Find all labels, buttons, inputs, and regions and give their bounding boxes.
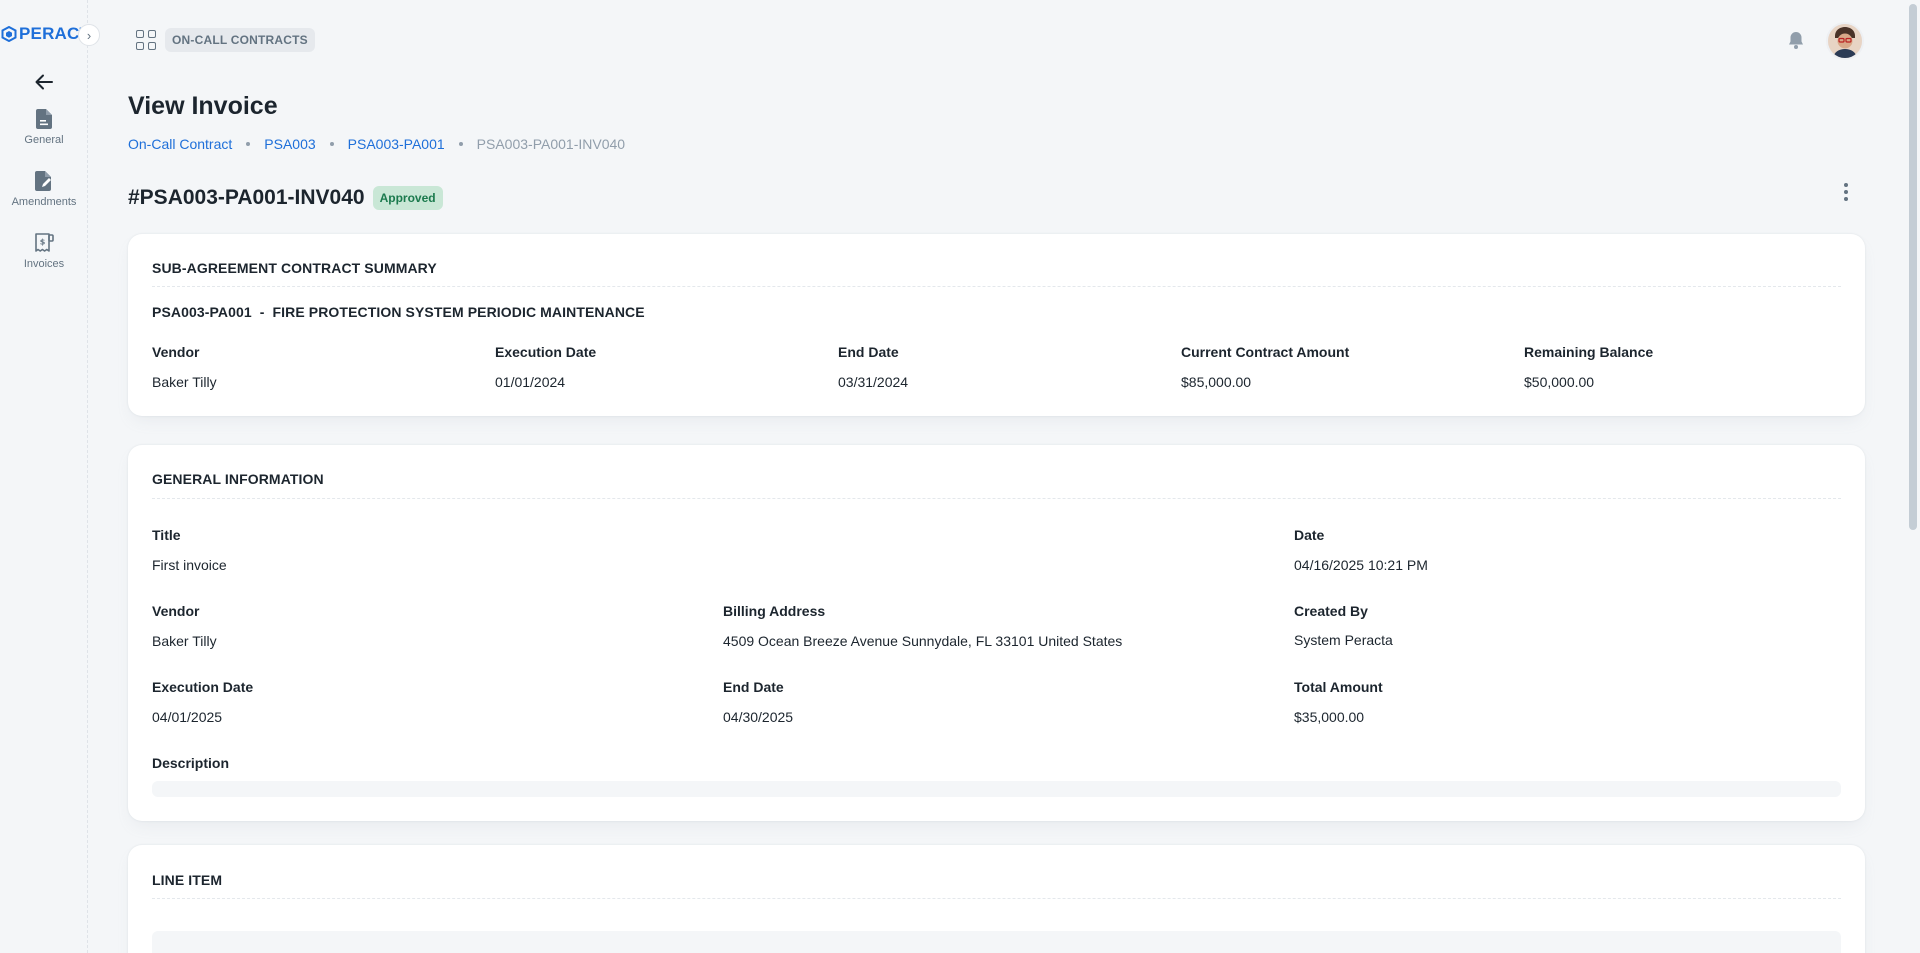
contract-summary-card: SUB-AGREEMENT CONTRACT SUMMARY PSA003-PA… [128, 234, 1865, 416]
field-value: 04/01/2025 [152, 709, 223, 725]
notifications-button[interactable] [1786, 30, 1806, 50]
line-item-table-header [152, 931, 1841, 953]
field-label: Current Contract Amount [1181, 344, 1350, 360]
sub-agreement-title: PSA003-PA001 - FIRE PROTECTION SYSTEM PE… [152, 304, 645, 320]
field-value: 03/31/2024 [838, 374, 909, 390]
back-button[interactable] [32, 70, 56, 94]
breadcrumb-link-psa003-pa001[interactable]: PSA003-PA001 [348, 136, 445, 152]
field-label: Vendor [152, 603, 200, 619]
svg-text:$: $ [40, 238, 46, 247]
document-edit-icon [35, 171, 51, 191]
divider [152, 286, 1841, 287]
arrow-left-icon [35, 74, 53, 90]
description-box [152, 781, 1841, 797]
breadcrumb-link-psa003[interactable]: PSA003 [264, 136, 315, 152]
card-title: LINE ITEM [152, 872, 223, 888]
field-label: End Date [838, 344, 899, 360]
breadcrumb-separator [246, 142, 251, 146]
invoice-header: #PSA003-PA001-INV040 Approved [128, 186, 443, 210]
divider [152, 498, 1841, 499]
field-label: Title [152, 527, 181, 543]
sidebar-item-general[interactable]: General [0, 108, 88, 146]
logo-icon [1, 26, 17, 42]
apps-grid-icon[interactable] [136, 30, 156, 50]
section-chip: ON-CALL CONTRACTS [165, 28, 315, 52]
field-value: $50,000.00 [1524, 374, 1595, 390]
sidebar-item-label: Invoices [23, 258, 65, 270]
more-vertical-icon [1844, 183, 1848, 187]
breadcrumb-link-on-call-contract[interactable]: On-Call Contract [128, 136, 232, 152]
bell-icon [1789, 32, 1803, 49]
field-value: 04/30/2025 [723, 709, 794, 725]
field-value: 01/01/2024 [495, 374, 566, 390]
field-value: System Peracta [1294, 632, 1393, 648]
field-label: Vendor [152, 344, 200, 360]
breadcrumb-separator [458, 142, 463, 146]
page-title: View Invoice [128, 92, 278, 120]
field-label: Total Amount [1294, 679, 1383, 695]
field-label: Remaining Balance [1524, 344, 1654, 360]
field-value: Baker Tilly [152, 633, 217, 649]
breadcrumb-separator [329, 142, 334, 146]
field-label: End Date [723, 679, 784, 695]
field-label: Created By [1294, 603, 1368, 619]
field-value: $85,000.00 [1181, 374, 1252, 390]
field-value: $35,000.00 [1294, 709, 1365, 725]
user-avatar-icon [1828, 24, 1862, 58]
app-logo[interactable]: PERACT [0, 22, 90, 46]
general-information-card: GENERAL INFORMATION Title First invoice … [128, 445, 1865, 821]
field-label: Execution Date [495, 344, 597, 360]
sidebar-expand-button[interactable]: › [78, 24, 100, 46]
field-value: 4509 Ocean Breeze Avenue Sunnydale, FL 3… [723, 633, 1123, 649]
document-icon [36, 109, 52, 129]
line-item-card: LINE ITEM [128, 845, 1865, 953]
more-options-button[interactable] [1836, 180, 1856, 204]
field-value: 04/16/2025 10:21 PM [1294, 557, 1428, 573]
breadcrumb-current: PSA003-PA001-INV040 [476, 136, 626, 152]
chevron-right-icon: › [86, 27, 92, 43]
field-label: Description [152, 755, 230, 771]
field-label: Billing Address [723, 603, 826, 619]
card-title: SUB-AGREEMENT CONTRACT SUMMARY [152, 260, 437, 276]
field-value: First invoice [152, 557, 227, 573]
status-badge: Approved [372, 186, 443, 210]
divider [152, 898, 1841, 899]
breadcrumb: On-Call Contract PSA003 PSA003-PA001 PSA… [128, 136, 625, 152]
sidebar: PERACT › General Amendments $ Invoices [0, 0, 100, 953]
field-label: Date [1294, 527, 1325, 543]
scrollbar-thumb[interactable] [1909, 4, 1917, 530]
field-label: Execution Date [152, 679, 254, 695]
invoice-id: #PSA003-PA001-INV040 [128, 186, 365, 209]
page-scrollbar[interactable] [1906, 0, 1920, 953]
sidebar-item-amendments[interactable]: Amendments [0, 170, 88, 208]
invoice-icon: $ [35, 233, 54, 252]
sidebar-item-invoices[interactable]: $ Invoices [0, 232, 88, 270]
avatar[interactable] [1826, 22, 1864, 60]
card-title: GENERAL INFORMATION [152, 471, 324, 487]
field-value: Baker Tilly [152, 374, 217, 390]
sidebar-item-label: General [24, 134, 64, 146]
sidebar-item-label: Amendments [11, 196, 77, 208]
